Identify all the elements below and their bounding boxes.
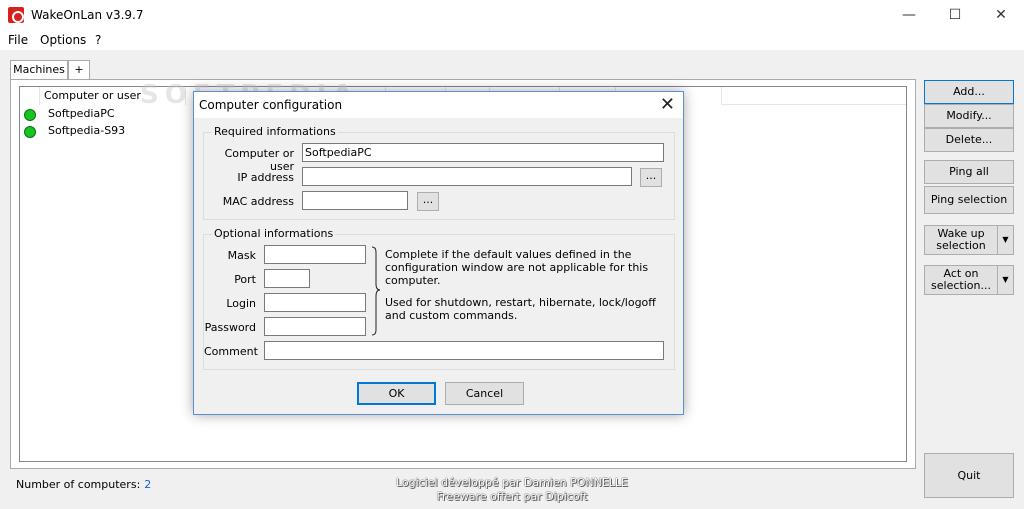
login-field[interactable] xyxy=(264,293,366,312)
online-status-icon xyxy=(24,126,36,138)
computer-label: Computer or user xyxy=(224,147,294,173)
act-label-2: selection... xyxy=(931,279,991,292)
delete-button[interactable]: Delete... xyxy=(924,128,1014,152)
brace-icon xyxy=(371,246,381,336)
status-bar: Number of computers: 2 xyxy=(16,478,151,491)
credit-line-1: Logiciel développé par Damien PONNELLE xyxy=(395,476,629,489)
add-button[interactable]: Add... xyxy=(924,80,1014,104)
mask-label: Mask xyxy=(227,249,256,262)
menu-bar: File Options ? xyxy=(0,30,1024,50)
ip-field[interactable] xyxy=(302,167,632,186)
commands-note: Used for shutdown, restart, hibernate, l… xyxy=(385,296,656,322)
ping-all-button[interactable]: Ping all xyxy=(924,160,1014,184)
login-label: Login xyxy=(226,297,256,310)
mac-browse-button[interactable]: ... xyxy=(417,192,439,211)
computer-field[interactable]: SoftpediaPC xyxy=(302,143,664,162)
required-group-title: Required informations xyxy=(212,125,338,138)
password-label: Password xyxy=(204,321,256,334)
port-label: Port xyxy=(234,273,256,286)
ip-browse-button[interactable]: ... xyxy=(640,168,662,187)
wake-up-selection-button[interactable]: Wake up selection xyxy=(924,225,998,255)
window-title: WakeOnLan v3.9.7 xyxy=(31,8,144,22)
menu-options[interactable]: Options xyxy=(40,33,86,47)
online-status-icon xyxy=(24,109,36,121)
menu-help[interactable]: ? xyxy=(95,33,101,47)
quit-button[interactable]: Quit xyxy=(924,453,1014,498)
wake-dropdown-icon[interactable]: ▼ xyxy=(998,225,1014,255)
tab-add[interactable]: + xyxy=(68,60,90,80)
computer-config-dialog: Computer configuration ✕ Required inform… xyxy=(193,91,684,415)
dialog-title-bar: Computer configuration ✕ xyxy=(194,92,683,118)
close-button[interactable]: ✕ xyxy=(978,0,1024,30)
column-status[interactable] xyxy=(20,87,40,105)
computer-name: Softpedia-S93 xyxy=(48,124,126,137)
ip-label: IP address xyxy=(237,171,294,184)
port-field[interactable] xyxy=(264,269,310,288)
minimize-button[interactable]: — xyxy=(886,0,932,30)
password-field[interactable] xyxy=(264,317,366,336)
title-bar: WakeOnLan v3.9.7 — ☐ ✕ xyxy=(0,0,1024,30)
ping-selection-button[interactable]: Ping selection xyxy=(924,186,1014,214)
act-dropdown-icon[interactable]: ▼ xyxy=(998,265,1014,295)
modify-button[interactable]: Modify... xyxy=(924,104,1014,128)
dialog-title: Computer configuration xyxy=(199,98,343,112)
mac-label: MAC address xyxy=(222,195,294,208)
maximize-button[interactable]: ☐ xyxy=(932,0,978,30)
optional-group-title: Optional informations xyxy=(212,227,336,240)
comment-field[interactable] xyxy=(264,341,664,360)
credit-line-2: Freeware offert par Dipicoft xyxy=(436,490,588,503)
tab-machines[interactable]: Machines xyxy=(10,60,68,80)
mac-field[interactable] xyxy=(302,191,408,210)
menu-file[interactable]: File xyxy=(8,33,28,47)
mask-field[interactable] xyxy=(264,245,366,264)
wake-label-2: selection xyxy=(936,239,986,252)
computer-name: SoftpediaPC xyxy=(48,107,115,120)
defaults-note: Complete if the default values defined i… xyxy=(385,248,649,287)
computer-count-label: Number of computers: xyxy=(16,478,141,491)
app-icon xyxy=(8,7,24,23)
computer-count: 2 xyxy=(144,478,152,491)
cancel-button[interactable]: Cancel xyxy=(445,382,524,405)
ok-button[interactable]: OK xyxy=(357,382,436,405)
act-on-selection-button[interactable]: Act on selection... xyxy=(924,265,998,295)
dialog-close-icon[interactable]: ✕ xyxy=(660,94,675,116)
comment-label: Comment xyxy=(204,345,258,358)
